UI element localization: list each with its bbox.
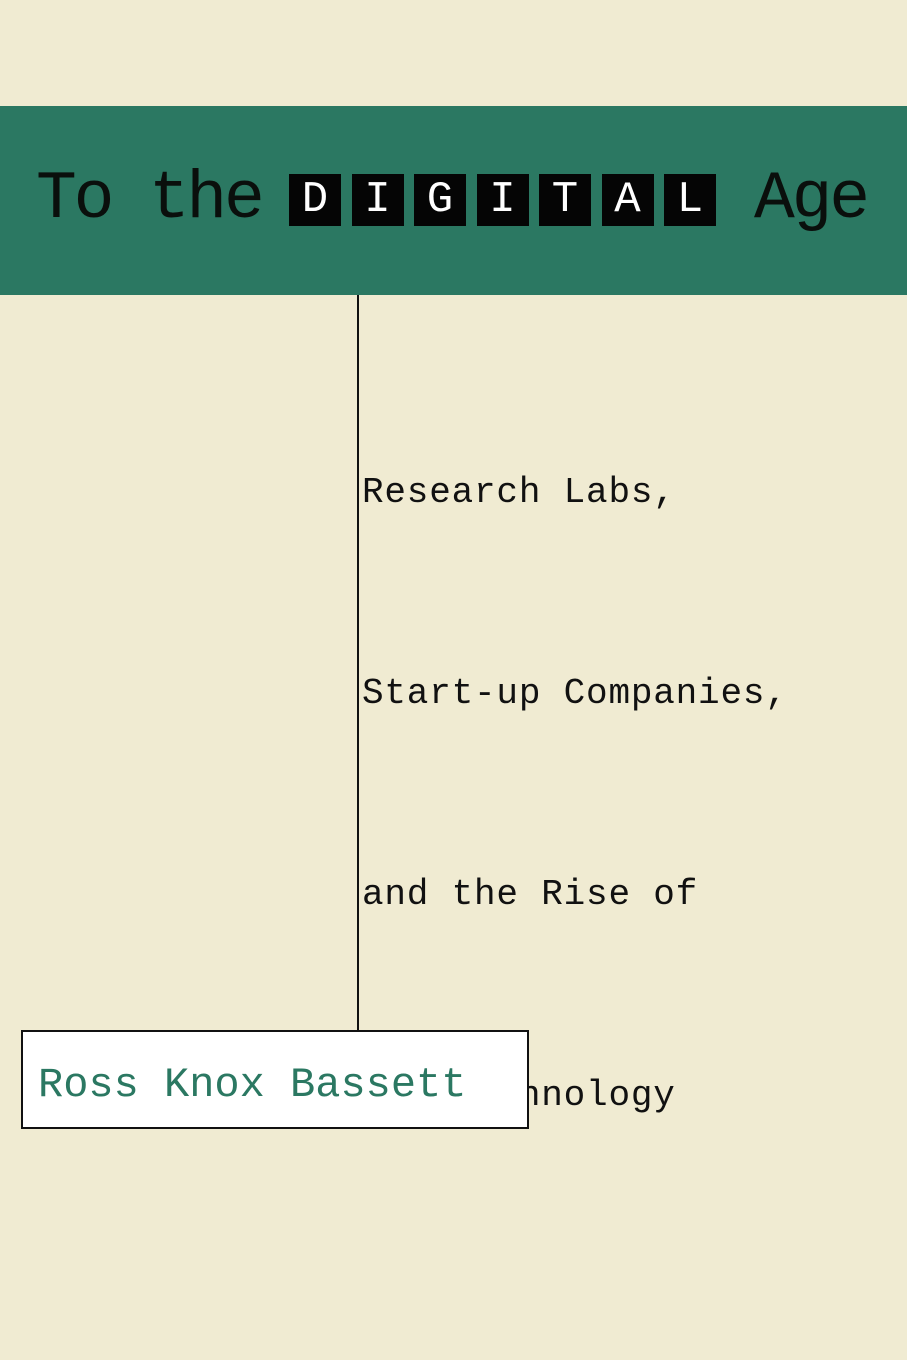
- subtitle-line: Start-up Companies,: [362, 673, 788, 714]
- connector-line: [357, 295, 359, 1031]
- letter-box: L: [664, 174, 716, 226]
- letter-box: T: [539, 174, 591, 226]
- subtitle-line: Research Labs,: [362, 472, 676, 513]
- letter-box: I: [476, 174, 529, 226]
- title-suffix: Age: [754, 161, 870, 238]
- letter-box: A: [601, 174, 654, 226]
- letter-box: I: [351, 174, 404, 226]
- letter-box: G: [414, 174, 466, 226]
- author-name: Ross Knox Bassett: [38, 1061, 467, 1109]
- title-prefix: To the: [36, 161, 265, 238]
- letter-box: D: [289, 174, 341, 226]
- author-box: Ross Knox Bassett: [21, 1030, 529, 1129]
- subtitle-line: and the Rise of: [362, 874, 699, 915]
